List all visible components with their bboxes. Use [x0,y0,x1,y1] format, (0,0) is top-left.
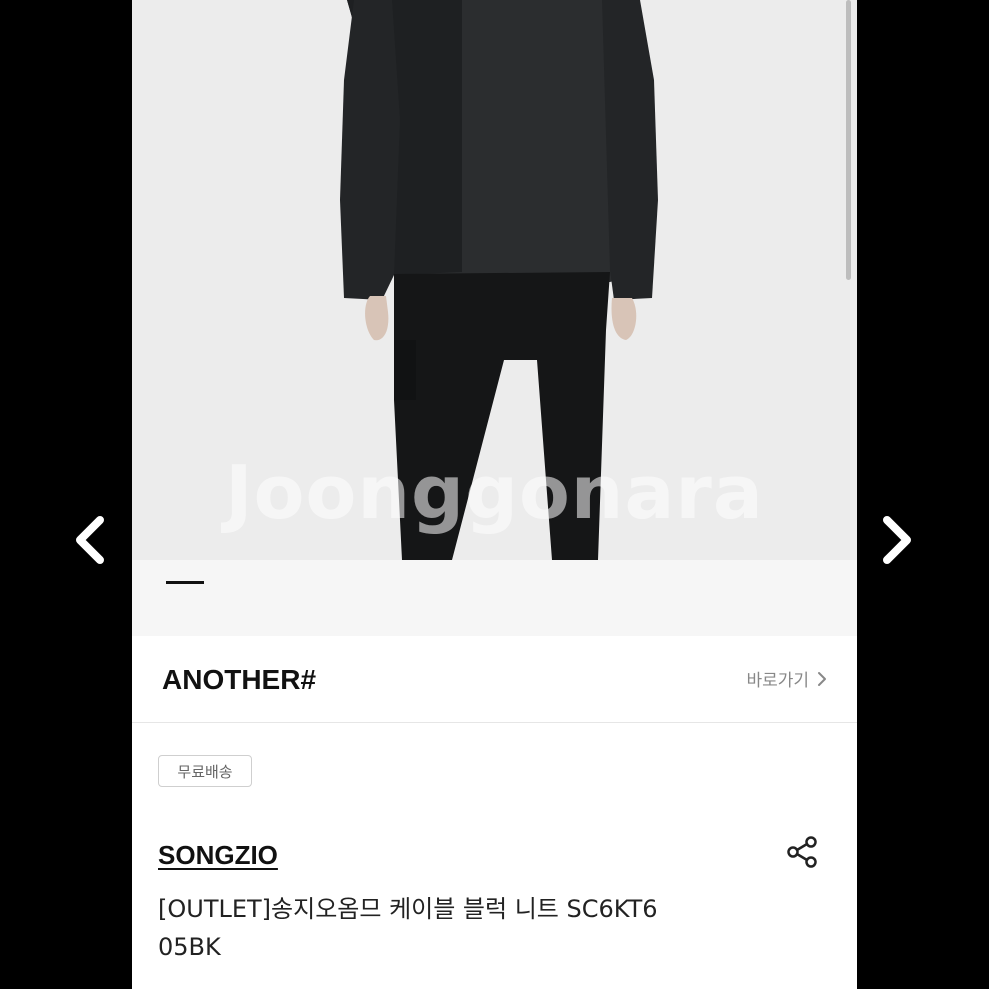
product-page: Joonggonara ANOTHER# 바로가기 무료배송 SONGZIO [… [132,0,857,989]
watermark-text: Joonggonara [225,450,764,536]
product-title-line1: [OUTLET]송지오옴므 케이블 블럭 니트 SC6KT6 [158,895,658,923]
next-image-button[interactable] [872,512,922,568]
product-title: [OUTLET]송지오옴므 케이블 블럭 니트 SC6KT6 05BK [158,890,758,966]
goto-shop-link[interactable]: 바로가기 [746,666,827,691]
product-image[interactable]: Joonggonara [132,0,857,560]
free-shipping-badge: 무료배송 [158,755,252,787]
chevron-right-icon [883,516,911,564]
shop-row: ANOTHER# 바로가기 [132,636,857,723]
slide-indicator-area [132,560,857,636]
previous-image-button[interactable] [65,512,115,568]
slide-indicator[interactable] [166,581,204,584]
product-title-line2: 05BK [158,933,221,961]
share-icon [787,836,817,868]
brand-link[interactable]: SONGZIO [158,840,278,871]
shop-name[interactable]: ANOTHER# [162,664,316,696]
chevron-right-small-icon [818,671,826,686]
goto-shop-label: 바로가기 [746,671,809,691]
chevron-left-icon [76,516,104,564]
share-button[interactable] [784,834,820,870]
scrollbar[interactable] [846,0,851,280]
